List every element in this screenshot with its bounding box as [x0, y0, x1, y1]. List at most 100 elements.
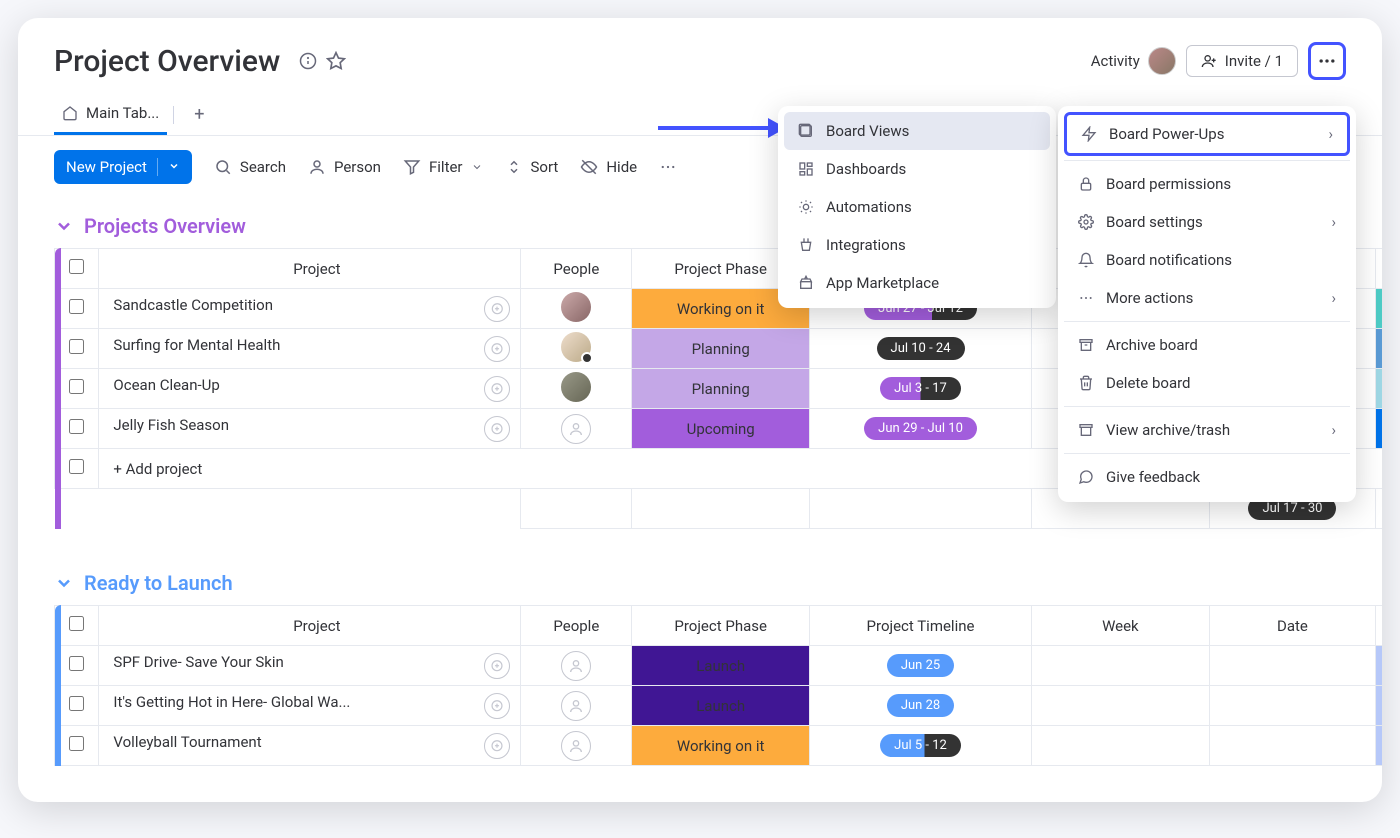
people-avatar-empty[interactable]	[561, 414, 591, 444]
col-people[interactable]: People	[521, 249, 632, 289]
timeline-pill[interactable]: Jul 10 - 24	[877, 337, 965, 360]
row-checkbox[interactable]	[69, 299, 84, 314]
info-icon[interactable]	[294, 47, 322, 75]
menu-item-board-views[interactable]: Board Views	[784, 112, 1050, 150]
invite-label: Invite / 1	[1225, 52, 1283, 70]
cell-week[interactable]	[1032, 686, 1210, 726]
menu-item-automations[interactable]: Automations	[784, 188, 1050, 226]
cell-phase[interactable]: Launch	[632, 686, 810, 726]
search-tool[interactable]: Search	[214, 158, 286, 176]
hide-tool[interactable]: Hide	[580, 158, 637, 176]
col-s[interactable]: S	[1376, 249, 1382, 289]
add-tab-button[interactable]: +	[180, 94, 218, 135]
cell-status[interactable]: ven'	[1376, 409, 1382, 449]
new-project-button[interactable]: New Project	[54, 150, 192, 184]
star-icon[interactable]	[322, 47, 350, 75]
col-week[interactable]: Week	[1032, 606, 1210, 646]
cell-date[interactable]	[1209, 686, 1376, 726]
cell-phase[interactable]: Launch	[632, 646, 810, 686]
cell-week[interactable]	[1032, 646, 1210, 686]
cell-status[interactable]: Wor	[1376, 329, 1382, 369]
chat-icon[interactable]	[484, 653, 510, 679]
chat-icon[interactable]	[484, 296, 510, 322]
menu-item-board-settings[interactable]: Board settings›	[1064, 203, 1350, 241]
cell-status[interactable]	[1376, 369, 1382, 409]
cell-phase[interactable]: Planning	[632, 329, 810, 369]
menu-item-integrations[interactable]: Integrations	[784, 226, 1050, 264]
col-s[interactable]: S	[1376, 606, 1382, 646]
cell-date[interactable]	[1209, 646, 1376, 686]
menu-item-power-ups[interactable]: Board Power-Ups›	[1064, 112, 1350, 156]
people-avatar-empty[interactable]	[561, 731, 591, 761]
cell-status[interactable]: eed	[1376, 289, 1382, 329]
chevron-down-icon[interactable]	[54, 216, 74, 236]
timeline-pill[interactable]: Jun 28	[887, 694, 954, 717]
cell-phase[interactable]: Working on it	[632, 726, 810, 766]
cell-week[interactable]	[1032, 726, 1210, 766]
filter-tool[interactable]: Filter	[403, 158, 483, 176]
col-people[interactable]: People	[521, 606, 632, 646]
chat-icon[interactable]	[484, 376, 510, 402]
timeline-pill[interactable]: Jun 25	[887, 654, 954, 677]
row-checkbox[interactable]	[69, 339, 84, 354]
people-avatar[interactable]	[561, 332, 591, 362]
table-row[interactable]: Volleyball Tournament Working on it Jul …	[55, 726, 1383, 766]
row-checkbox[interactable]	[69, 459, 84, 474]
menu-label: Delete board	[1106, 374, 1191, 392]
cell-status[interactable]	[1376, 726, 1382, 766]
menu-label: Board permissions	[1106, 175, 1231, 193]
timeline-pill[interactable]: Jul 5 - 12	[880, 734, 961, 757]
menu-item-more-actions[interactable]: More actions›	[1064, 279, 1350, 317]
invite-button[interactable]: Invite / 1	[1186, 45, 1298, 77]
row-checkbox[interactable]	[69, 419, 84, 434]
more-options-button[interactable]	[1308, 42, 1346, 80]
row-checkbox[interactable]	[69, 736, 84, 751]
chevron-down-icon[interactable]	[54, 573, 74, 593]
col-project[interactable]: Project	[99, 606, 521, 646]
menu-item-dashboards[interactable]: Dashboards	[784, 150, 1050, 188]
people-avatar-empty[interactable]	[561, 691, 591, 721]
chat-icon[interactable]	[484, 336, 510, 362]
toolbar-more-icon[interactable]	[659, 158, 677, 176]
col-phase[interactable]: Project Phase	[632, 606, 810, 646]
tab-main[interactable]: Main Tab...	[54, 94, 167, 135]
people-avatar-empty[interactable]	[561, 651, 591, 681]
chat-icon[interactable]	[484, 416, 510, 442]
menu-item-marketplace[interactable]: App Marketplace	[784, 264, 1050, 302]
cell-status[interactable]	[1376, 686, 1382, 726]
cell-phase[interactable]: Planning	[632, 369, 810, 409]
timeline-pill[interactable]: Jun 29 - Jul 10	[864, 417, 977, 440]
menu-item-permissions[interactable]: Board permissions	[1064, 165, 1350, 203]
activity-link[interactable]: Activity	[1091, 47, 1176, 75]
menu-item-archive-board[interactable]: Archive board	[1064, 326, 1350, 364]
col-timeline[interactable]: Project Timeline	[809, 606, 1031, 646]
sort-tool[interactable]: Sort	[505, 158, 559, 176]
group-title-ready[interactable]: Ready to Launch	[84, 571, 233, 595]
cell-phase[interactable]: Upcoming	[632, 409, 810, 449]
dropdown-board-settings-menu: Board Power-Ups› Board permissions Board…	[1058, 106, 1356, 502]
people-avatar[interactable]	[561, 292, 591, 322]
select-all-checkbox[interactable]	[69, 259, 84, 274]
menu-item-notifications[interactable]: Board notifications	[1064, 241, 1350, 279]
col-project[interactable]: Project	[99, 249, 521, 289]
group-title-projects[interactable]: Projects Overview	[84, 214, 246, 238]
chat-icon[interactable]	[484, 693, 510, 719]
cell-name: Ocean Clean-Up	[113, 376, 219, 394]
table-row[interactable]: It's Getting Hot in Here- Global Wa... L…	[55, 686, 1383, 726]
cell-status[interactable]	[1376, 646, 1382, 686]
chat-icon[interactable]	[484, 733, 510, 759]
row-checkbox[interactable]	[69, 656, 84, 671]
chevron-down-icon[interactable]	[157, 158, 180, 176]
people-avatar[interactable]	[561, 372, 591, 402]
row-checkbox[interactable]	[69, 379, 84, 394]
table-row[interactable]: SPF Drive- Save Your Skin Launch Jun 25	[55, 646, 1383, 686]
cell-date[interactable]	[1209, 726, 1376, 766]
menu-item-feedback[interactable]: Give feedback	[1064, 458, 1350, 496]
select-all-checkbox[interactable]	[69, 616, 84, 631]
col-date[interactable]: Date	[1209, 606, 1376, 646]
timeline-pill[interactable]: Jul 3 - 17	[880, 377, 961, 400]
menu-item-view-archive[interactable]: View archive/trash›	[1064, 411, 1350, 449]
row-checkbox[interactable]	[69, 696, 84, 711]
person-tool[interactable]: Person	[308, 158, 381, 176]
menu-item-delete-board[interactable]: Delete board	[1064, 364, 1350, 402]
